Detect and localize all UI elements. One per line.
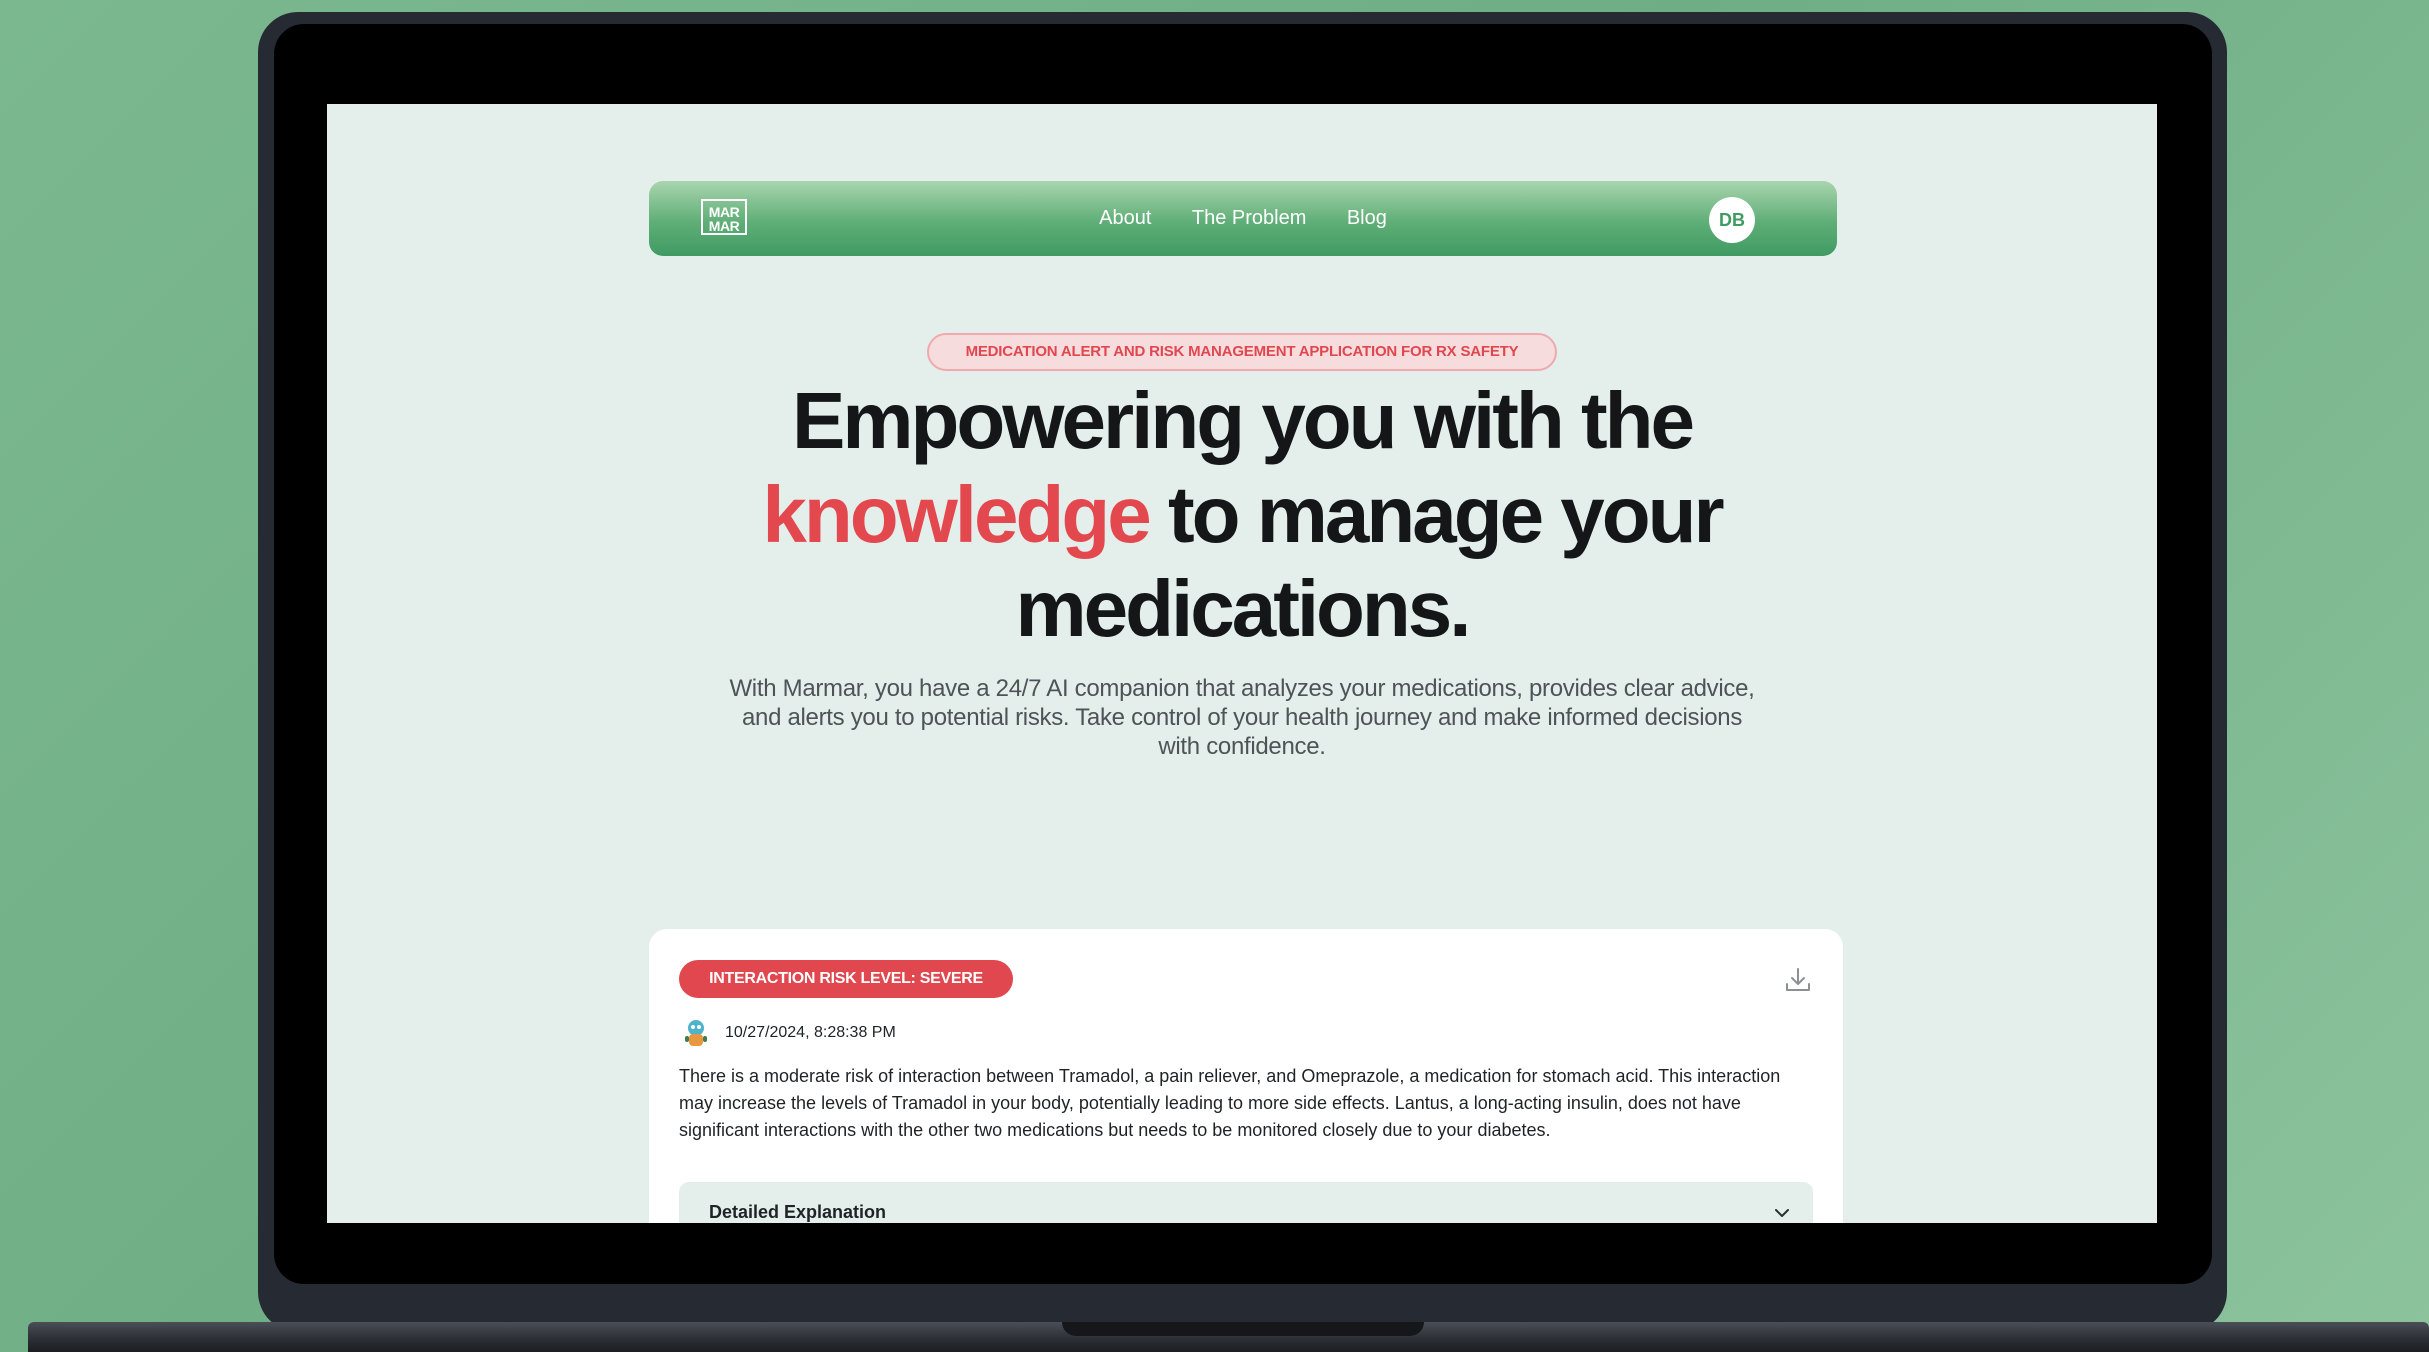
nav-link-blog[interactable]: Blog: [1347, 207, 1387, 229]
interaction-card: INTERACTION RISK LEVEL: SEVERE 10/27/202…: [649, 929, 1843, 1223]
accordion-label: Detailed Explanation: [709, 1202, 887, 1222]
nav-link-about[interactable]: About: [1099, 207, 1151, 229]
chevron-down-icon[interactable]: [1771, 1202, 1793, 1223]
interaction-summary: There is a moderate risk of interaction …: [679, 1066, 1781, 1140]
hero-subtext: With Marmar, you have a 24/7 AI companio…: [729, 675, 1755, 760]
hero-tag: MEDICATION ALERT AND RISK MANAGEMENT APP…: [927, 333, 1557, 371]
hero-headline: Empowering you with the knowledge to man…: [627, 374, 1857, 656]
headline-accent: knowledge: [762, 470, 1151, 559]
screen: MAR MAR About The Problem Blog DB MEDICA…: [327, 104, 2157, 1223]
navbar: MAR MAR About The Problem Blog DB: [649, 181, 1837, 256]
detailed-explanation-accordion[interactable]: Detailed Explanation: [679, 1182, 1813, 1223]
bot-avatar-icon: [685, 1020, 707, 1046]
laptop-base-notch: [1062, 1322, 1424, 1336]
timestamp: 10/27/2024, 8:28:38 PM: [725, 1024, 896, 1041]
headline-line-1: Empowering you with the: [792, 376, 1695, 465]
user-avatar[interactable]: DB: [1709, 197, 1755, 243]
risk-level-badge: INTERACTION RISK LEVEL: SEVERE: [679, 960, 1013, 998]
nav-links: About The Problem Blog: [649, 207, 1837, 230]
download-icon[interactable]: [1783, 965, 1813, 995]
nav-link-the-problem[interactable]: The Problem: [1192, 207, 1307, 229]
headline-line-2-rest: to manage your: [1167, 470, 1725, 559]
headline-line-3: medications.: [1015, 564, 1471, 653]
headline-line-2: knowledge to manage your: [627, 468, 1857, 562]
